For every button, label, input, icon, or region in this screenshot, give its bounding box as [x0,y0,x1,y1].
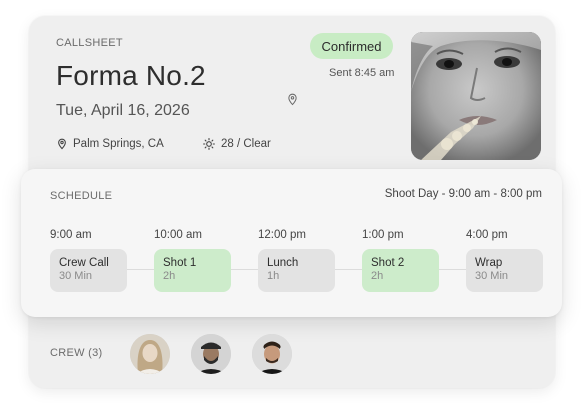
section-label: CALLSHEET [56,37,123,49]
schedule-item-shot-1[interactable]: Shot 1 2h [154,249,231,292]
avatar[interactable] [252,334,292,374]
event-duration: 1h [267,270,280,282]
sent-timestamp: Sent 8:45 am [329,67,395,79]
event-name: Crew Call [59,257,109,269]
schedule-item-shot-2[interactable]: Shot 2 2h [362,249,439,292]
schedule-item-crew-call[interactable]: Crew Call 30 Min [50,249,127,292]
event-duration: 2h [163,270,176,282]
event-name: Lunch [267,257,299,269]
timeline-connector [439,269,466,270]
weather-text: 28 / Clear [221,138,271,150]
status-badge: Confirmed [310,33,393,59]
shoot-date: Tue, April 16, 2026 [56,102,190,119]
sun-icon [203,138,215,150]
shoot-day-hours: Shoot Day - 9:00 am - 8:00 pm [384,188,542,200]
crew-label: CREW (3) [50,347,103,359]
time-label: 4:00 pm [466,229,508,241]
avatar[interactable] [191,334,231,374]
time-label: 1:00 pm [362,229,404,241]
avatar[interactable] [130,334,170,374]
event-duration: 30 Min [475,270,509,282]
timeline-connector [231,269,258,270]
timeline-connector [127,269,154,270]
event-name: Shot 1 [163,257,197,269]
page-title: Forma No.2 [56,60,206,91]
map-pin-icon [58,138,66,150]
time-label: 9:00 am [50,229,92,241]
event-name: Wrap [475,257,503,269]
weather: 28 / Clear [203,138,271,150]
event-duration: 2h [371,270,384,282]
location: Palm Springs, CA [57,138,164,150]
event-name: Shot 2 [371,257,405,269]
schedule-item-lunch[interactable]: Lunch 1h [258,249,335,292]
cover-photo[interactable] [411,32,541,160]
schedule-panel: SCHEDULE Shoot Day - 9:00 am - 8:00 pm 9… [21,169,562,317]
map-pin-icon[interactable] [287,93,298,106]
event-duration: 30 Min [59,270,93,282]
schedule-item-wrap[interactable]: Wrap 30 Min [466,249,543,292]
time-label: 12:00 pm [258,229,306,241]
time-label: 10:00 am [154,229,202,241]
schedule-label: SCHEDULE [50,190,113,202]
location-text: Palm Springs, CA [73,138,164,150]
timeline-connector [335,269,362,270]
